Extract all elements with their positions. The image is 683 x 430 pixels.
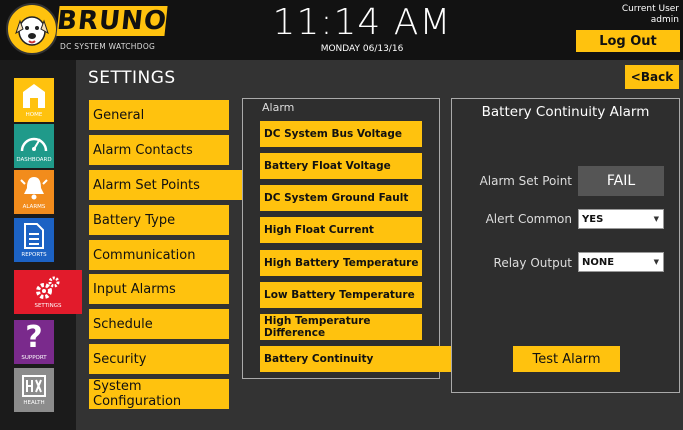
sidebar-item-dashboard[interactable]: DASHBOARD (14, 124, 54, 168)
dog-logo-icon (6, 3, 58, 55)
menu-item-alarm-contacts[interactable]: Alarm Contacts (89, 135, 229, 165)
question-icon: ? (25, 320, 43, 355)
health-icon (22, 375, 46, 397)
sidebar-item-label: REPORTS (21, 252, 47, 258)
sidebar-item-health[interactable]: HEALTH (14, 368, 54, 412)
page-title: SETTINGS (88, 68, 176, 88)
header-bar: BRUNO DC SYSTEM WATCHDOG 11:14 AM MONDAY… (0, 0, 683, 60)
test-alarm-button[interactable]: Test Alarm (513, 346, 620, 372)
menu-item-battery-type[interactable]: Battery Type (89, 205, 229, 235)
home-icon (23, 84, 45, 108)
alert-common-label: Alert Common (485, 212, 572, 226)
current-user-name: admin (650, 15, 679, 25)
alarm-detail-title: Battery Continuity Alarm (481, 104, 650, 120)
alarm-item-battery-float-voltage[interactable]: Battery Float Voltage (260, 153, 422, 179)
relay-output-value: NONE (582, 256, 615, 268)
clock-time: 11:14 AM (272, 2, 452, 43)
logout-button[interactable]: Log Out (576, 30, 680, 52)
current-user-label: Current User (621, 4, 679, 14)
menu-item-security[interactable]: Security (89, 344, 229, 374)
back-button[interactable]: <Back (625, 65, 679, 89)
set-point-value[interactable]: FAIL (578, 166, 664, 196)
alarm-item-battery-continuity[interactable]: Battery Continuity (260, 346, 467, 372)
sidebar-item-alarms[interactable]: ALARMS (14, 170, 54, 214)
alarm-item-high-float-current[interactable]: High Float Current (260, 217, 422, 243)
relay-output-select[interactable]: NONE ▼ (578, 252, 664, 272)
menu-item-input-alarms[interactable]: Input Alarms (89, 274, 229, 304)
menu-item-communication[interactable]: Communication (89, 240, 229, 270)
sidebar-item-label: HOME (25, 112, 43, 118)
brand-logo: BRUNO (55, 6, 169, 36)
set-point-label: Alarm Set Point (479, 174, 572, 188)
sidebar-item-reports[interactable]: REPORTS (14, 218, 54, 262)
bell-icon (20, 177, 48, 200)
alarm-item-low-battery-temperature[interactable]: Low Battery Temperature (260, 282, 422, 308)
sidebar-item-label: SETTINGS (34, 303, 62, 309)
gears-icon (36, 276, 60, 299)
alarm-group-label: Alarm (262, 101, 295, 114)
menu-item-general[interactable]: General (89, 100, 229, 130)
alarm-item-dc-system-bus-voltage[interactable]: DC System Bus Voltage (260, 121, 422, 147)
sidebar-item-label: DASHBOARD (16, 157, 52, 163)
alarm-item-high-temperature-difference[interactable]: High Temperature Difference (260, 314, 422, 340)
sidebar-item-label: HEALTH (23, 400, 45, 406)
sidebar-item-label: SUPPORT (21, 355, 47, 361)
sidebar-item-support[interactable]: ? SUPPORT (14, 320, 54, 364)
menu-item-system-configuration[interactable]: System Configuration (89, 379, 229, 409)
brand-subtitle: DC SYSTEM WATCHDOG (60, 42, 156, 51)
gauge-icon (20, 137, 48, 152)
chevron-down-icon: ▼ (653, 215, 659, 223)
alert-common-select[interactable]: YES ▼ (578, 209, 664, 229)
alert-common-value: YES (582, 213, 604, 225)
menu-item-alarm-set-points[interactable]: Alarm Set Points (89, 170, 251, 200)
clock-date: MONDAY 06/13/16 (320, 44, 404, 54)
sidebar-item-home[interactable]: HOME (14, 78, 54, 122)
chevron-down-icon: ▼ (653, 258, 659, 266)
document-icon (24, 223, 44, 249)
sidebar-item-settings[interactable]: SETTINGS (14, 270, 82, 314)
relay-output-label: Relay Output (493, 256, 572, 270)
menu-item-schedule[interactable]: Schedule (89, 309, 229, 339)
alarm-item-high-battery-temperature[interactable]: High Battery Temperature (260, 250, 422, 276)
sidebar-item-label: ALARMS (22, 204, 46, 210)
current-user: Current User admin (622, 4, 679, 26)
alarm-item-dc-system-ground-fault[interactable]: DC System Ground Fault (260, 185, 422, 211)
